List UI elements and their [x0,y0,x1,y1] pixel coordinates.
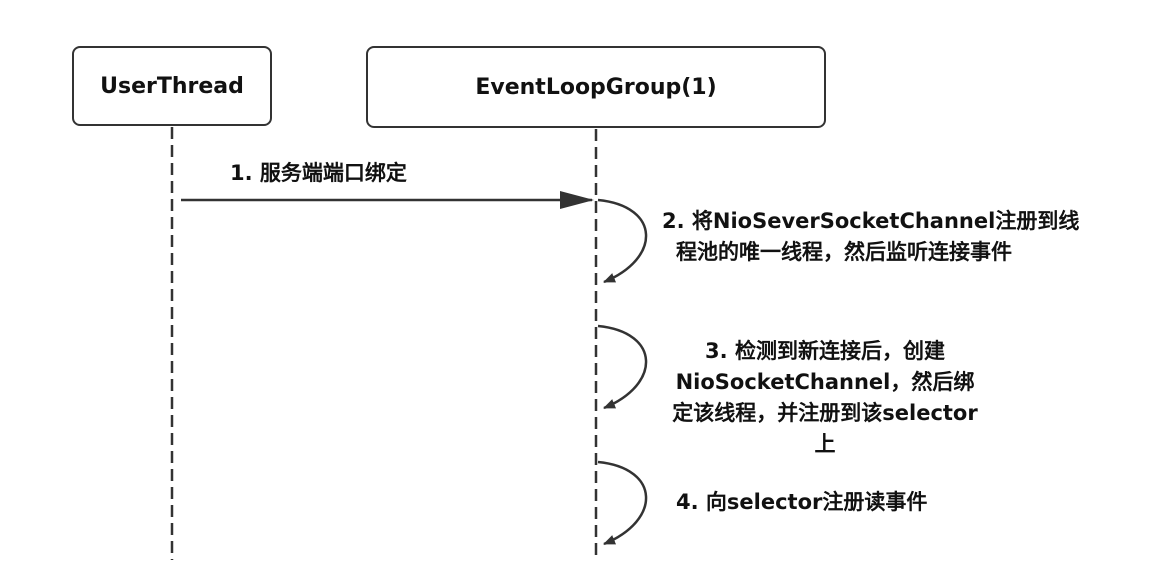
message-text-line: 4. 向selector注册读事件 [676,490,928,514]
message-text-line: 上 [814,432,836,456]
message-label-2: 2. 将NioSeverSocketChannel注册到线 程池的唯一线程，然后… [662,206,1079,268]
sequence-diagram: UserThread EventLoopGroup(1) 1. 服务端端口绑定 … [0,0,1175,588]
message-text-line: 1. 服务端端口绑定 [230,161,407,185]
message-text-line: NioSocketChannel，然后绑 [675,370,975,394]
message-label-1: 1. 服务端端口绑定 [230,158,407,189]
self-call-arrow-2 [597,198,648,284]
participant-label: EventLoopGroup(1) [475,74,717,100]
message-text-line: 定该线程，并注册到该selector [672,401,978,425]
self-call-arrow-4 [597,460,648,546]
message-arrowhead-1 [560,191,594,209]
message-text-line: 3. 检测到新连接后，创建 [705,339,945,363]
participant-event-loop-group: EventLoopGroup(1) [366,46,826,128]
participant-label: UserThread [100,73,244,99]
message-label-3: 3. 检测到新连接后，创建 NioSocketChannel，然后绑 定该线程，… [640,336,1010,460]
self-call-arrow-3 [597,324,648,410]
message-text-line: 程池的唯一线程，然后监听连接事件 [676,240,1012,264]
message-text-line: 2. 将NioSeverSocketChannel注册到线 [662,209,1080,233]
participant-user-thread: UserThread [72,46,272,126]
message-label-4: 4. 向selector注册读事件 [676,487,927,518]
